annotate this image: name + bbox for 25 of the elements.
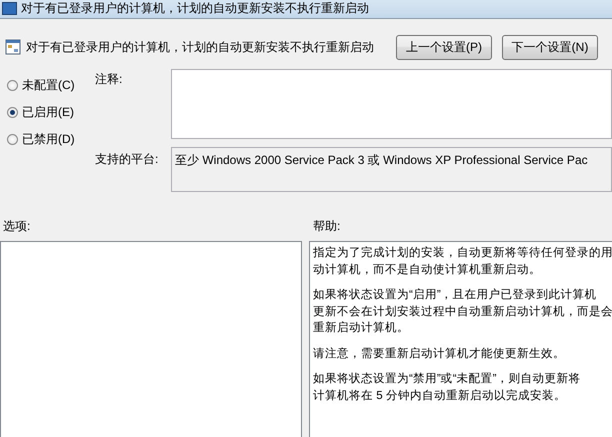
platform-label: 支持的平台: — [95, 151, 160, 168]
policy-setting-icon — [5, 39, 21, 55]
next-setting-button[interactable]: 下一个设置(N) — [502, 34, 598, 60]
help-text-line: 请注意，需要重新启动计算机才能使更新生效。 — [313, 346, 566, 362]
radio-label[interactable]: 未配置(C) — [22, 76, 75, 94]
help-text-line: 计算机将在 5 分钟内自动重新启动以完成安装。 — [313, 388, 567, 404]
previous-setting-button[interactable]: 上一个设置(P) — [396, 34, 492, 60]
comment-label: 注释: — [95, 71, 124, 88]
help-text-line: 如果将状态设置为“启用”，且在用户已登录到此计算机 — [313, 287, 598, 303]
help-label: 帮助: — [313, 218, 340, 235]
comment-field[interactable] — [171, 69, 612, 139]
radio-label[interactable]: 已禁用(D) — [22, 130, 75, 148]
help-text-line: 指定为了完成计划的安装，自动更新将等待任何登录的用 — [313, 245, 612, 261]
radio-button[interactable] — [7, 106, 18, 118]
help-text-line: 重新启动计算机。 — [313, 320, 410, 336]
setting-name: 对于有已登录用户的计算机，计划的自动更新安装不执行重新启动 — [26, 38, 375, 56]
radio-label[interactable]: 已启用(E) — [22, 104, 74, 120]
platform-field: 至少 Windows 2000 Service Pack 3 或 Windows XP Professional Service Pac — [171, 147, 612, 192]
radio-button[interactable] — [7, 134, 18, 144]
window-icon — [2, 2, 17, 14]
help-text-line: 动计算机，而不是自动使计算机重新启动。 — [313, 262, 542, 278]
options-label: 选项: — [2, 218, 32, 235]
help-text-line: 如果将状态设置为“禁用”或“未配置”，则自动更新将 — [313, 371, 582, 387]
radio-button[interactable] — [7, 80, 18, 90]
window-title: 对于有已登录用户的计算机，计划的自动更新安装不执行重新启动 — [21, 1, 369, 15]
